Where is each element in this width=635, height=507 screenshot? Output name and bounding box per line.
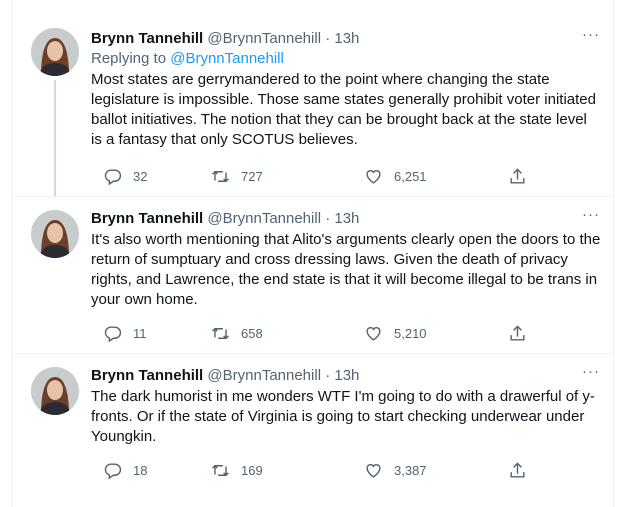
reply-icon: [104, 325, 122, 342]
share-button[interactable]: [508, 166, 527, 186]
tweet-header: Brynn Tannehill @BrynnTannehill · 13h: [91, 209, 601, 229]
replying-label: Replying to: [91, 50, 167, 67]
reply-icon: [104, 168, 122, 185]
timestamp[interactable]: 13h: [334, 30, 359, 47]
tweet-header: Brynn Tannehill @BrynnTannehill · 13h: [91, 366, 601, 386]
tweet-text: The dark humorist in me wonders WTF I'm …: [91, 388, 595, 445]
author-handle[interactable]: @BrynnTannehill: [207, 367, 321, 384]
more-options-icon[interactable]: ···: [581, 27, 601, 49]
share-icon: [510, 324, 525, 341]
replying-to-link[interactable]: @BrynnTannehill: [170, 50, 284, 67]
tweet-text: It's also worth mentioning that Alito's …: [91, 231, 601, 308]
tweet-actions: 32 727 6,251: [91, 166, 531, 186]
like-button[interactable]: 5,210: [364, 323, 427, 343]
replying-to: Replying to @BrynnTannehill: [91, 49, 601, 69]
share-button[interactable]: [508, 460, 527, 480]
heart-icon: [366, 326, 381, 341]
heart-icon: [366, 169, 381, 184]
tweet-actions: 11 658 5,210: [91, 323, 531, 343]
author-name[interactable]: Brynn Tannehill: [91, 210, 203, 227]
retweet-count: 658: [241, 325, 263, 341]
timestamp[interactable]: 13h: [334, 367, 359, 384]
retweet-icon: [212, 464, 229, 476]
reply-count: 18: [133, 462, 148, 478]
separator: ·: [325, 367, 331, 384]
retweet-button[interactable]: 169: [211, 460, 263, 480]
tweet[interactable]: Brynn Tannehill @BrynnTannehill · 13h ··…: [13, 0, 613, 197]
author-name[interactable]: Brynn Tannehill: [91, 367, 203, 384]
share-icon: [510, 461, 525, 478]
like-button[interactable]: 6,251: [364, 166, 427, 186]
share-button[interactable]: [508, 323, 527, 343]
thread-timeline: Brynn Tannehill @BrynnTannehill · 13h ··…: [12, 0, 614, 507]
like-count: 5,210: [394, 325, 427, 341]
reply-icon: [104, 462, 122, 479]
tweet[interactable]: Brynn Tannehill @BrynnTannehill · 13h ··…: [13, 353, 613, 507]
like-count: 3,387: [394, 462, 427, 478]
retweet-count: 169: [241, 462, 263, 478]
heart-icon: [366, 463, 381, 478]
retweet-count: 727: [241, 168, 263, 184]
retweet-icon: [212, 327, 229, 339]
share-icon: [510, 167, 525, 184]
tweet-actions: 18 169 3,387: [91, 460, 531, 480]
avatar[interactable]: [31, 28, 79, 76]
author-handle[interactable]: @BrynnTannehill: [207, 210, 321, 227]
reply-button[interactable]: 32: [103, 166, 147, 186]
reply-count: 11: [133, 325, 147, 341]
author-name[interactable]: Brynn Tannehill: [91, 30, 203, 47]
avatar[interactable]: [31, 210, 79, 258]
like-count: 6,251: [394, 168, 427, 184]
retweet-button[interactable]: 658: [211, 323, 263, 343]
author-handle[interactable]: @BrynnTannehill: [207, 30, 321, 47]
reply-button[interactable]: 18: [103, 460, 147, 480]
tweet[interactable]: Brynn Tannehill @BrynnTannehill · 13h ··…: [13, 196, 613, 354]
retweet-icon: [212, 170, 229, 182]
timestamp[interactable]: 13h: [334, 210, 359, 227]
tweet-text: Most states are gerrymandered to the poi…: [91, 71, 596, 148]
separator: ·: [325, 30, 331, 47]
tweet-header: Brynn Tannehill @BrynnTannehill · 13h: [91, 29, 601, 49]
retweet-button[interactable]: 727: [211, 166, 263, 186]
thread-connector: [54, 80, 56, 196]
reply-button[interactable]: 11: [103, 323, 147, 343]
separator: ·: [325, 210, 331, 227]
avatar[interactable]: [31, 367, 79, 415]
more-options-icon[interactable]: ···: [581, 207, 601, 229]
like-button[interactable]: 3,387: [364, 460, 427, 480]
more-options-icon[interactable]: ···: [581, 364, 601, 386]
reply-count: 32: [133, 168, 148, 184]
